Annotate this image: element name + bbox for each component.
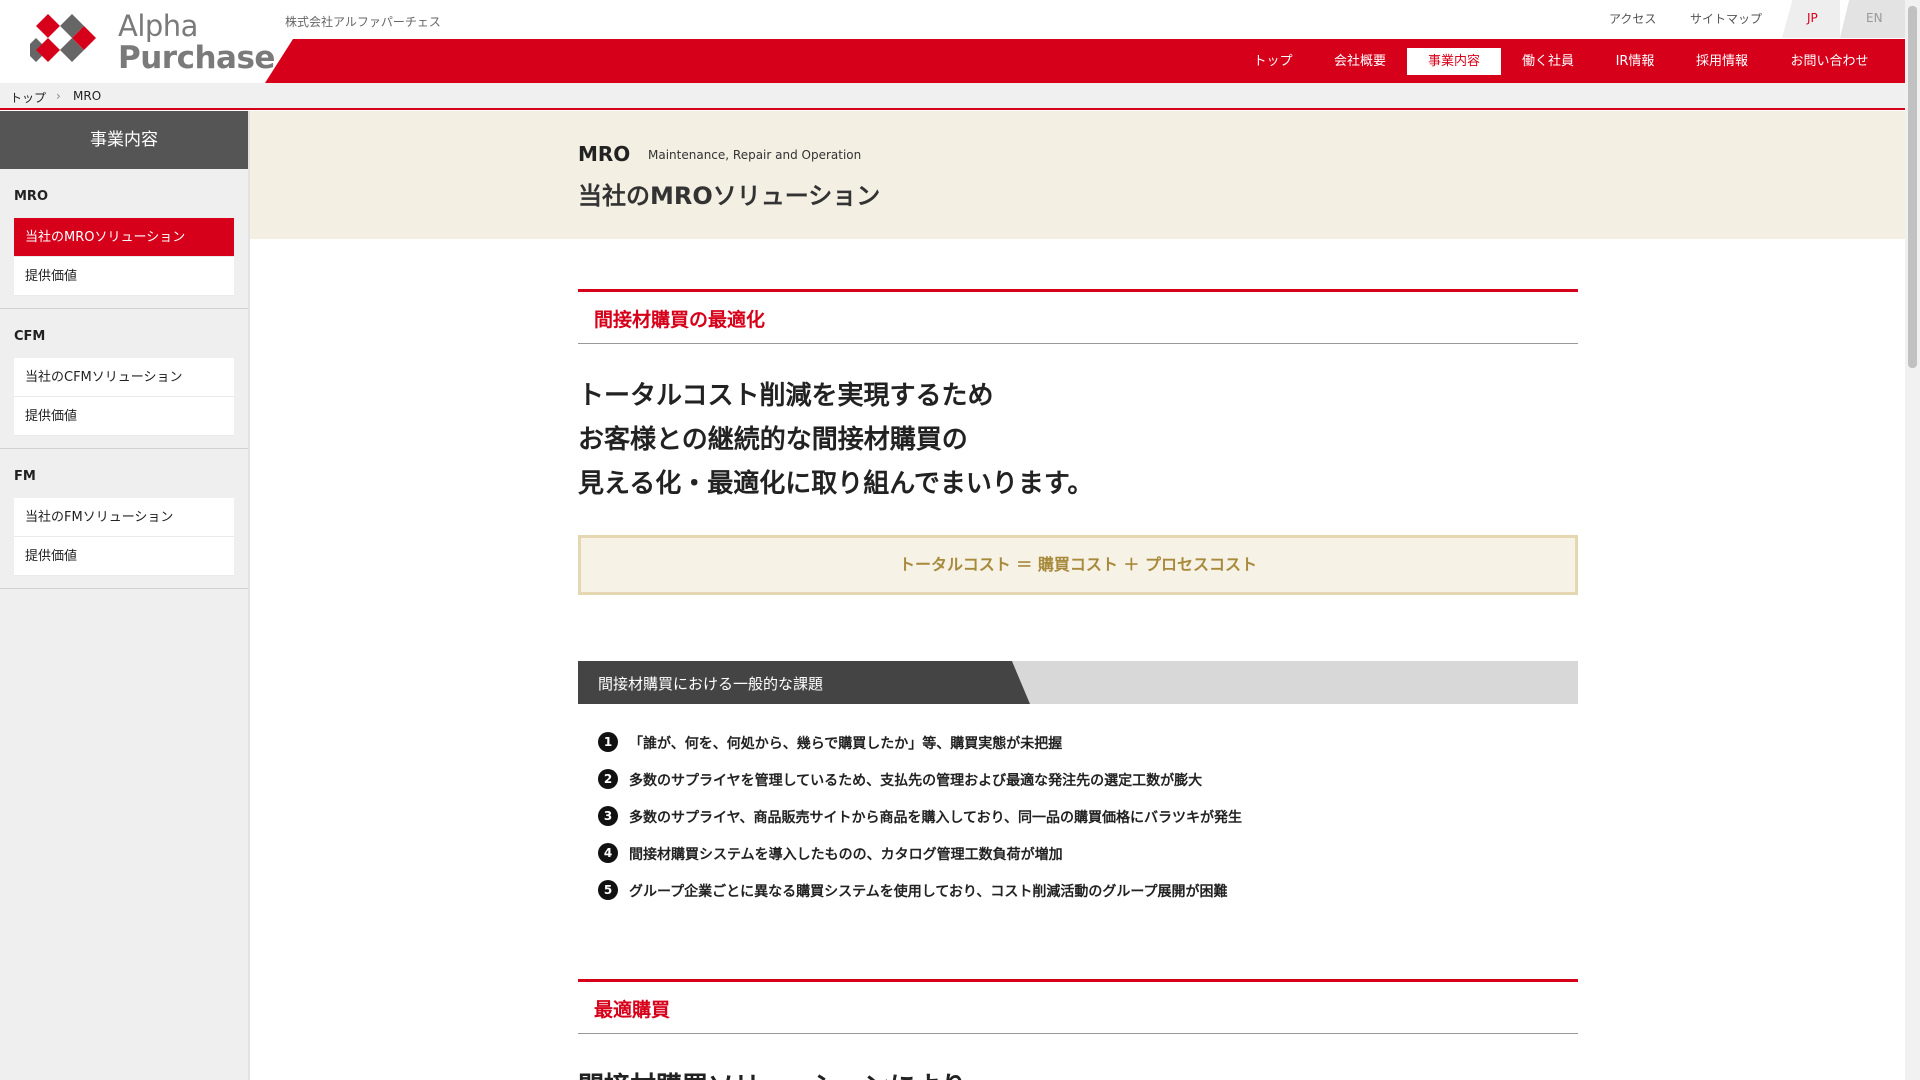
sidebar-item-mro-solution[interactable]: 当社のMROソリューション (14, 218, 234, 257)
logo-line2: Purchase (118, 40, 275, 76)
nav-company[interactable]: 会社概要 (1320, 48, 1400, 75)
issue-text: 多数のサプライヤを管理しているため、支払先の管理および最適な発注先の選定工数が膨… (629, 773, 1203, 789)
page-scrollbar[interactable] (1905, 0, 1920, 1080)
page-title: 当社のMROソリューション (578, 182, 881, 210)
sidebar-item-mro-value[interactable]: 提供価値 (14, 257, 234, 296)
company-name: 株式会社アルファパーチェス (285, 15, 441, 29)
number-1-icon: 1 (598, 732, 618, 752)
logo[interactable]: Alpha Purchase (30, 12, 275, 74)
sidebar-category-mro: MRO (14, 189, 48, 204)
issues-heading-text: 間接材購買における一般的な課題 (598, 675, 824, 693)
nav-ir[interactable]: IR情報 (1595, 48, 1675, 75)
sidebar-group-cfm: CFM 当社のCFMソリューション 提供価値 (0, 309, 248, 449)
section-heading-optimization: 間接材購買の最適化 (578, 289, 1578, 344)
issue-text: 「誰が、何を、何処から、幾らで購買したか」等、購買実態が未把握 (629, 736, 1063, 752)
issue-text: グループ企業ごとに異なる購買システムを使用しており、コスト削減活動のグループ展開… (629, 884, 1228, 900)
sidebar-group-mro: MRO 当社のMROソリューション 提供価値 (0, 169, 248, 309)
sidebar-item-fm-solution[interactable]: 当社のFMソリューション (14, 498, 234, 537)
access-link[interactable]: アクセス (1609, 10, 1656, 27)
lead-line: トータルコスト削減を実現するため (578, 381, 994, 411)
sidebar-group-fm: FM 当社のFMソリューション 提供価値 (0, 449, 248, 589)
sidebar-title: 事業内容 (0, 111, 248, 169)
section-heading-text: 間接材購買の最適化 (594, 309, 766, 331)
sidebar-item-fm-value[interactable]: 提供価値 (14, 537, 234, 576)
number-5-icon: 5 (598, 880, 618, 900)
lead-line: 見える化・最適化に取り組んでまいります。 (578, 469, 1094, 499)
nav-recruit[interactable]: 採用情報 (1682, 48, 1762, 75)
sitemap-link[interactable]: サイトマップ (1690, 10, 1762, 27)
sidebar-item-cfm-value[interactable]: 提供価値 (14, 397, 234, 436)
logo-text: Alpha Purchase (118, 12, 275, 74)
section2-lead: 間接材購買ソリューションにより (578, 1066, 967, 1080)
breadcrumb-current: MRO (73, 89, 102, 103)
number-3-icon: 3 (598, 806, 618, 826)
cost-formula-box: トータルコスト ＝ 購買コスト ＋ プロセスコスト (578, 535, 1578, 595)
lang-jp-button[interactable]: JP (1782, 0, 1840, 38)
lead-line: お客様との継続的な間接材購買の (578, 425, 968, 455)
nav-top[interactable]: トップ (1235, 48, 1311, 75)
issue-text: 多数のサプライヤ、商品販売サイトから商品を購入しており、同一品の購買価格にバラツ… (629, 810, 1243, 826)
lead-text: トータルコスト削減を実現するため お客様との継続的な間接材購買の 見える化・最適… (578, 374, 1093, 506)
page-hero (250, 111, 1905, 239)
logo-mark-icon (30, 14, 96, 62)
sidebar-item-cfm-solution[interactable]: 当社のCFMソリューション (14, 358, 234, 397)
hero-code: MRO (578, 142, 631, 166)
lang-jp-label: JP (1807, 11, 1818, 25)
hero-subtitle: Maintenance, Repair and Operation (648, 148, 862, 162)
lang-en-label: EN (1866, 11, 1883, 25)
sidebar-category-cfm: CFM (14, 329, 46, 344)
nav-employees[interactable]: 働く社員 (1508, 48, 1588, 75)
sidebar-category-fm: FM (14, 469, 36, 484)
sidebar: 事業内容 MRO 当社のMROソリューション 提供価値 CFM 当社のCFMソリ… (0, 111, 250, 1080)
nav-business[interactable]: 事業内容 (1407, 48, 1501, 75)
lang-en-button[interactable]: EN (1840, 0, 1905, 38)
breadcrumb-separator-icon: › (56, 89, 61, 103)
breadcrumb-top[interactable]: トップ (10, 89, 46, 106)
section-heading-optimal-purchase: 最適購買 (578, 979, 1578, 1034)
logo-line1: Alpha (118, 9, 198, 43)
number-2-icon: 2 (598, 769, 618, 789)
section-heading-text: 最適購買 (594, 999, 671, 1021)
issues-heading-bar: 間接材購買における一般的な課題 (578, 661, 1578, 704)
issue-text: 間接材購買システムを導入したものの、カタログ管理工数負荷が増加 (629, 847, 1063, 863)
number-4-icon: 4 (598, 843, 618, 863)
nav-contact[interactable]: お問い合わせ (1778, 48, 1881, 75)
site-header: Alpha Purchase 株式会社アルファパーチェス アクセス サイトマップ… (0, 0, 1905, 83)
scrollbar-thumb[interactable] (1908, 6, 1917, 368)
breadcrumb: トップ › MRO (0, 83, 1905, 110)
